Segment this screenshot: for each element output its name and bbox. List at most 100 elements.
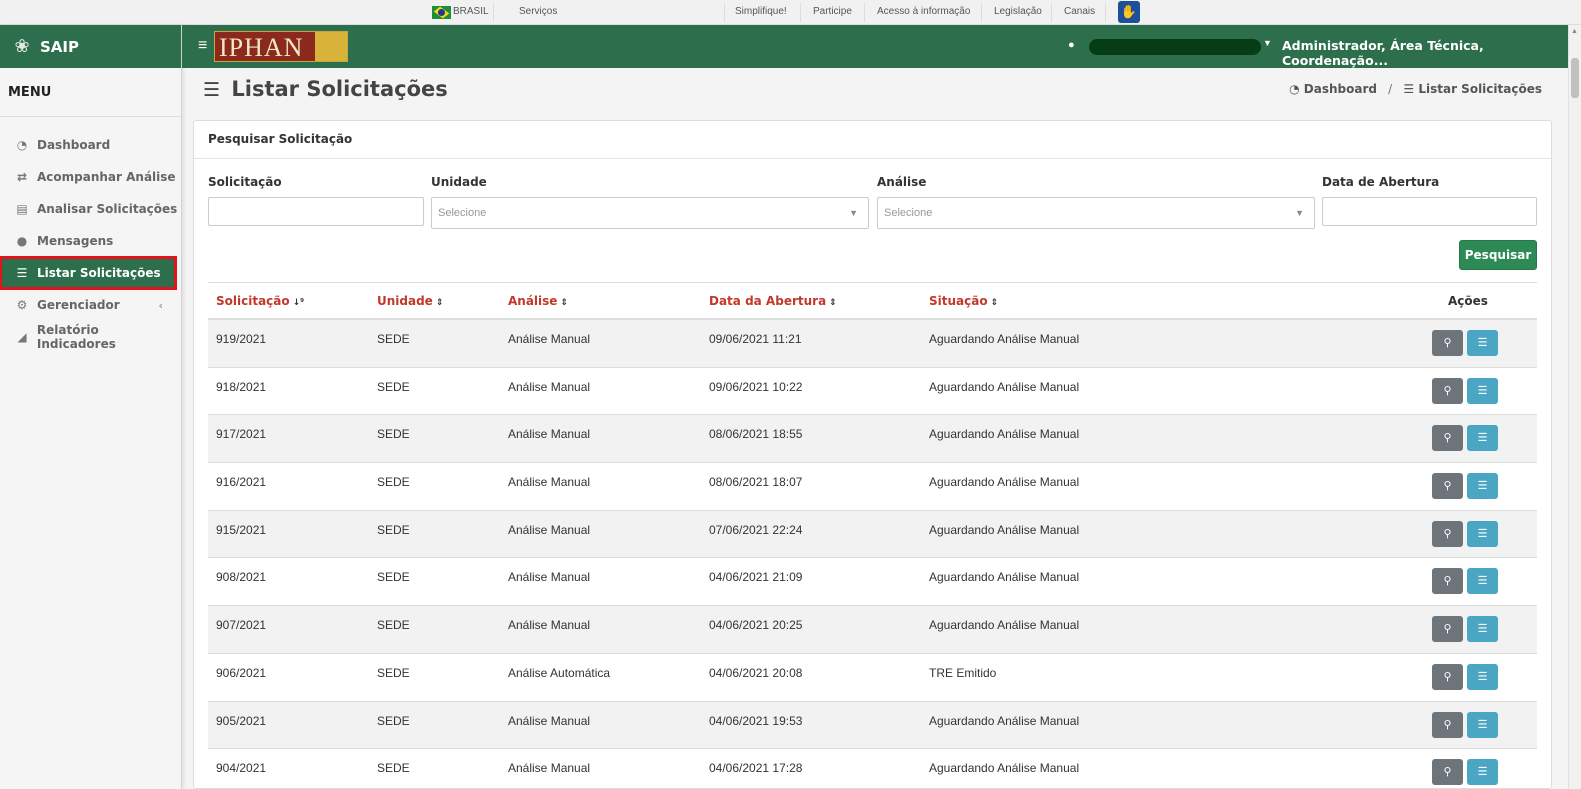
sidebar-item-analisar-solicitacoes[interactable]: ▤ Analisar Solicitações (0, 193, 181, 225)
sidebar-item-label: Listar Solicitações (37, 266, 161, 280)
column-header-solicitacao[interactable]: Solicitação ↓⁹ (216, 294, 304, 308)
unidade-select[interactable]: Selecione ▼ (431, 197, 869, 229)
scrollbar-thumb[interactable] (1571, 58, 1579, 98)
cell-situacao: Aguardando Análise Manual (929, 332, 1080, 346)
sidebar-item-acompanhar-analise[interactable]: ⇄ Acompanhar Análise (0, 161, 181, 193)
list-history-button[interactable]: ☰ (1467, 568, 1498, 595)
cell-situacao: Aguardando Análise Manual (929, 713, 1080, 728)
cell-situacao: TRE Emitido (929, 665, 997, 680)
view-details-button[interactable]: ⚲ (1432, 377, 1463, 404)
column-header-unidade[interactable]: Unidade ⇕ (377, 294, 443, 308)
list-icon: ☰ (16, 266, 28, 280)
column-header-situacao[interactable]: Situação ⇕ (929, 294, 998, 308)
panel-title: Pesquisar Solicitação (194, 121, 1551, 159)
sidebar-item-label: Analisar Solicitações (37, 202, 178, 216)
view-details-button[interactable]: ⚲ (1432, 711, 1463, 738)
comments-icon: ● (16, 234, 28, 248)
search-button[interactable]: Pesquisar (1459, 240, 1537, 270)
sidebar-menu: ◔ Dashboard ⇄ Acompanhar Análise ▤ Anali… (0, 117, 181, 353)
data-abertura-input[interactable] (1322, 197, 1537, 226)
chat-icon[interactable]: ● (1068, 39, 1075, 51)
view-details-button[interactable]: ⚲ (1432, 520, 1463, 547)
sort-icon: ⇕ (990, 298, 999, 308)
cell-unidade: SEDE (377, 713, 410, 728)
list-icon: ☰ (1477, 718, 1488, 731)
list-history-button[interactable]: ☰ (1467, 473, 1498, 500)
cell-solicitacao: 917/2021 (216, 427, 267, 442)
sort-icon: ⇕ (560, 298, 568, 308)
breadcrumb-current: Listar Solicitações (1418, 82, 1542, 96)
column-header-data-abertura[interactable]: Data da Abertura ⇕ (709, 294, 837, 308)
list-history-button[interactable]: ☰ (1467, 330, 1498, 356)
gov-link-canais[interactable]: Canais (1064, 0, 1095, 25)
gov-link-servicos[interactable]: Serviços (519, 0, 557, 25)
cell-unidade: SEDE (377, 379, 410, 394)
analise-label: Análise (877, 175, 927, 189)
view-details-button[interactable]: ⚲ (1432, 616, 1463, 643)
area-chart-icon: ◢ (17, 330, 27, 344)
user-name-redacted[interactable] (1089, 39, 1261, 55)
sidebar-item-relatorio-indicadores[interactable]: ◢ Relatório Indicadores (0, 321, 181, 353)
gov-country-link[interactable]: BRASIL (453, 0, 489, 25)
cell-unidade: SEDE (377, 570, 410, 585)
cell-data-abertura: 04/06/2021 19:53 (709, 713, 803, 728)
gov-link-participe[interactable]: Participe (813, 0, 852, 25)
list-history-button[interactable]: ☰ (1467, 759, 1498, 786)
search-icon: ⚲ (1443, 623, 1452, 636)
hamburger-menu-icon[interactable]: ≡ (198, 37, 207, 55)
cell-solicitacao: 915/2021 (216, 522, 267, 537)
cell-unidade: SEDE (377, 332, 410, 346)
cell-analise: Análise Manual (508, 522, 591, 537)
cell-analise: Análise Manual (508, 332, 591, 346)
caret-down-icon[interactable]: ▼ (1263, 38, 1272, 48)
list-history-button[interactable]: ☰ (1467, 520, 1498, 547)
solicitacao-input[interactable] (208, 197, 424, 226)
vertical-scrollbar[interactable]: ▲ (1568, 25, 1581, 789)
list-history-button[interactable]: ☰ (1467, 711, 1498, 738)
list-history-button[interactable]: ☰ (1467, 663, 1498, 690)
cell-solicitacao: 916/2021 (216, 475, 267, 490)
scroll-up-icon[interactable]: ▲ (1571, 28, 1578, 35)
table-row: 907/2021 SEDE Análise Manual 04/06/2021 20:… (208, 606, 1537, 654)
cell-solicitacao: 907/2021 (216, 618, 267, 633)
app-brand[interactable]: ❀ SAIP (0, 25, 181, 68)
list-history-button[interactable]: ☰ (1467, 425, 1498, 452)
breadcrumb: ◔ Dashboard / ☰ Listar Solicitações (1289, 82, 1542, 96)
search-icon: ⚲ (1443, 480, 1452, 493)
view-details-button[interactable]: ⚲ (1432, 568, 1463, 595)
cell-data-abertura: 04/06/2021 20:08 (709, 665, 803, 680)
table-body: 919/2021 SEDE Análise Manual 09/06/2021 11:… (208, 320, 1537, 789)
cell-solicitacao: 919/2021 (216, 332, 267, 346)
page-title: ☰ Listar Solicitações (203, 77, 448, 101)
cell-data-abertura: 08/06/2021 18:55 (709, 427, 803, 442)
sidebar-item-label: Acompanhar Análise (37, 170, 176, 184)
cell-unidade: SEDE (377, 522, 410, 537)
user-role[interactable]: Administrador, Área Técnica, Coordenação… (1282, 38, 1581, 68)
cell-data-abertura: 08/06/2021 18:07 (709, 475, 803, 490)
analise-select[interactable]: Selecione ▼ (877, 197, 1315, 229)
caret-down-icon: ▼ (1295, 208, 1304, 218)
cell-data-abertura: 04/06/2021 21:09 (709, 570, 803, 585)
cell-analise: Análise Manual (508, 761, 591, 776)
list-history-button[interactable]: ☰ (1467, 616, 1498, 643)
gov-link-legislacao[interactable]: Legislação (994, 0, 1042, 25)
view-details-button[interactable]: ⚲ (1432, 330, 1463, 356)
cell-solicitacao: 906/2021 (216, 665, 267, 680)
view-details-button[interactable]: ⚲ (1432, 425, 1463, 452)
sidebar-item-gerenciador[interactable]: ⚙ Gerenciador ‹ (0, 289, 181, 321)
vlibras-accessibility-icon[interactable]: ✋ (1118, 1, 1140, 23)
gov-link-acesso-informacao[interactable]: Acesso à informação (877, 0, 970, 25)
list-history-button[interactable]: ☰ (1467, 377, 1498, 404)
table-row: 915/2021 SEDE Análise Manual 07/06/2021 22:… (208, 510, 1537, 559)
cell-solicitacao: 918/2021 (216, 379, 267, 394)
sidebar-item-dashboard[interactable]: ◔ Dashboard (0, 129, 181, 161)
column-header-analise[interactable]: Análise ⇕ (508, 294, 568, 308)
sidebar-item-listar-solicitacoes[interactable]: ☰ Listar Solicitações (0, 256, 177, 290)
iphan-logo: IPHAN (214, 31, 348, 62)
view-details-button[interactable]: ⚲ (1432, 759, 1463, 786)
gov-link-simplifique[interactable]: Simplifique! (735, 0, 787, 25)
sidebar-item-mensagens[interactable]: ● Mensagens (0, 225, 181, 257)
breadcrumb-dashboard[interactable]: Dashboard (1304, 82, 1377, 96)
view-details-button[interactable]: ⚲ (1432, 473, 1463, 500)
view-details-button[interactable]: ⚲ (1432, 663, 1463, 690)
